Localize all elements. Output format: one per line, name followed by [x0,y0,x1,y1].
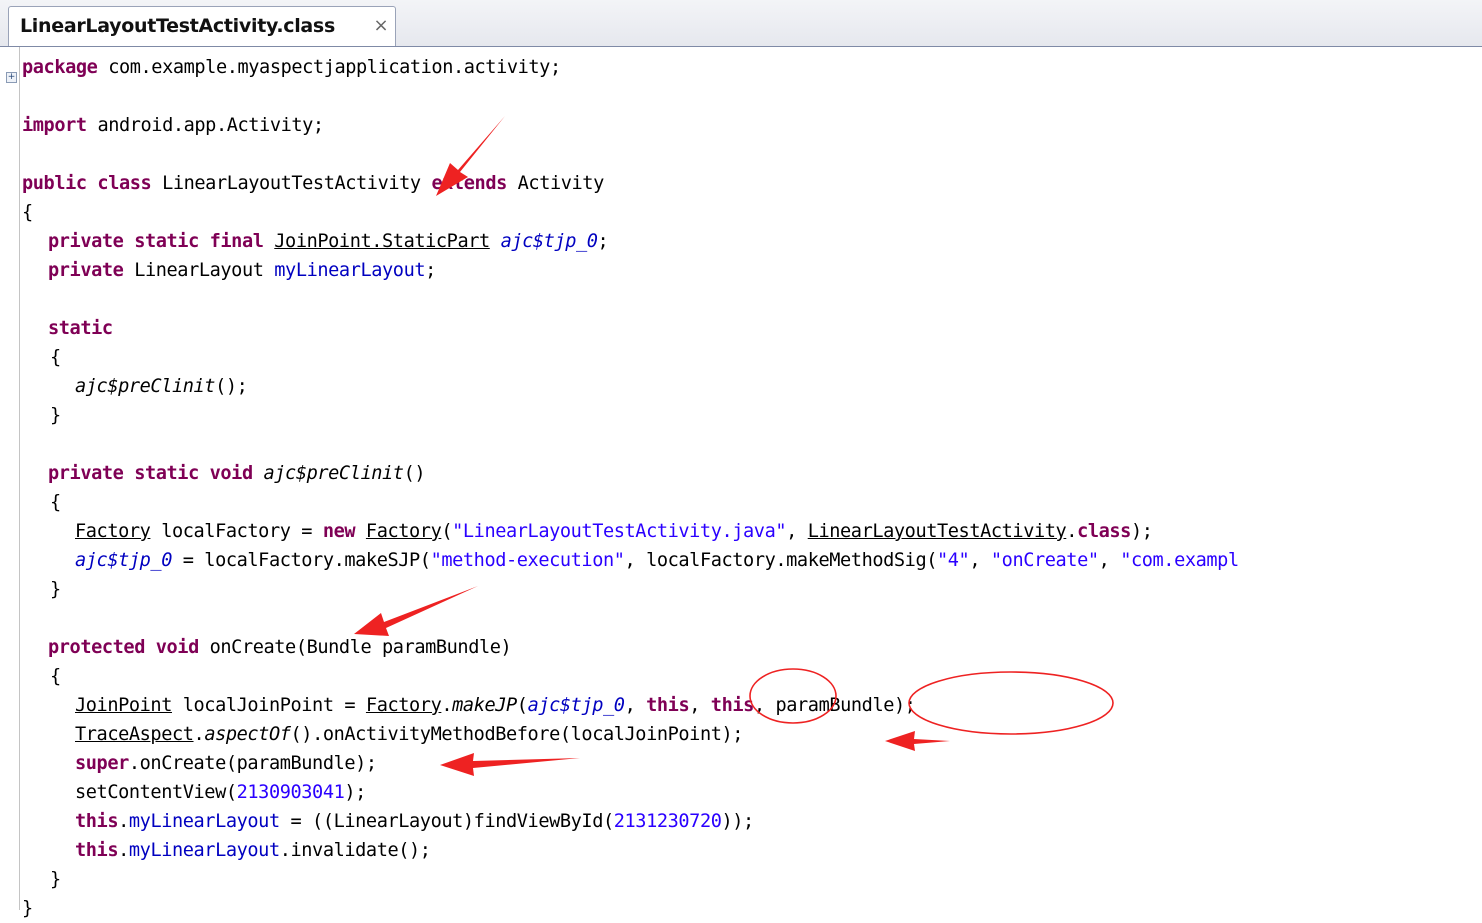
code-line: protected void onCreate(Bundle paramBund… [48,637,512,658]
code-line: { [50,347,61,368]
code-line: static [48,318,113,339]
tab-title: LinearLayoutTestActivity.class [20,15,335,37]
code-line: { [50,666,61,687]
code-line: } [50,405,61,426]
code-line: } [50,579,61,600]
close-icon[interactable]: × [373,17,389,35]
code-line: public class LinearLayoutTestActivity ex… [22,173,604,194]
code-line: private static void ajc$preClinit() [48,463,426,484]
code-line: TraceAspect.aspectOf().onActivityMethodB… [75,724,744,745]
code-line: { [50,492,61,513]
code-line: private static final JoinPoint.StaticPar… [48,231,609,252]
code-line: this.myLinearLayout = ((LinearLayout)fin… [75,811,754,832]
code-line: JoinPoint localJoinPoint = Factory.makeJ… [75,695,916,716]
editor-tab[interactable]: LinearLayoutTestActivity.class × [8,6,396,46]
code-line: Factory localFactory = new Factory("Line… [75,521,1153,542]
code-line: } [50,869,61,890]
editor-tab-bar: LinearLayoutTestActivity.class × [0,0,1482,47]
code-line: ajc$tjp_0 = localFactory.makeSJP("method… [75,550,1239,571]
code-line: setContentView(2130903041); [75,782,366,803]
code-line: { [22,202,33,223]
code-line: import android.app.Activity; [22,115,324,136]
code-line: this.myLinearLayout.invalidate(); [75,840,431,861]
code-editor[interactable]: package com.example.myaspectjapplication… [0,47,1482,919]
code-line: ajc$preClinit(); [75,376,248,397]
code-line: super.onCreate(paramBundle); [75,753,377,774]
code-line: } [22,898,33,919]
code-line: private LinearLayout myLinearLayout; [48,260,436,281]
code-line: package com.example.myaspectjapplication… [22,57,561,78]
